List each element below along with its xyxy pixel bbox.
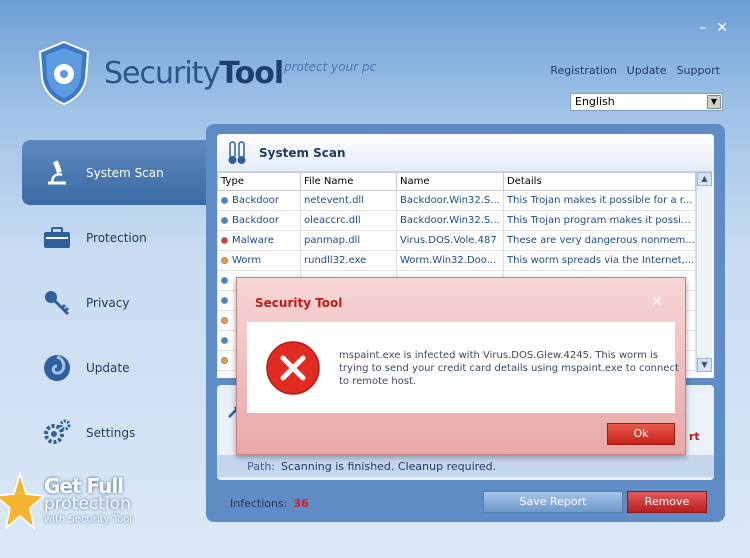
cell-name: Backdoor.Win32.S... [396,190,504,211]
dialog-body: mspaint.exe is infected with Virus.DOS.G… [247,322,679,413]
cell-file: rundll32.exe [300,250,397,271]
cell-name: Backdoor.Win32.S... [396,210,504,231]
table-header-row: Type File Name Name Details [217,172,696,191]
sidebar-item-settings[interactable]: Settings [22,400,212,465]
shield-gear-icon [38,40,90,106]
save-report-button[interactable]: Save Report [483,491,623,513]
sidebar-item-privacy[interactable]: Privacy [22,270,212,335]
table-row[interactable]: Backdoor oleaccrc.dll Backdoor.Win32.S... T… [217,210,696,231]
cell-file: panmap.dll [300,230,397,251]
close-icon[interactable]: ✕ [651,294,663,310]
microscope-icon [42,158,72,188]
sidebar-item-label: System Scan [86,165,164,180]
star-icon [0,472,44,530]
cell-type-label: Malware [232,235,274,246]
cell-type: Backdoor [217,210,301,231]
sidebar-item-update[interactable]: Update [22,335,212,400]
cell-details: This Trojan makes it possible for a r... [503,190,696,211]
close-window-button[interactable]: ✕ [716,20,728,36]
infections-summary: Infections: 36 [230,497,309,510]
error-icon [266,341,320,395]
cell-type-label: Backdoor [232,195,279,206]
threat-level-icon [221,356,228,364]
scroll-down-icon[interactable]: ▼ [697,358,712,372]
path-row: Path: Scanning is finished. Cleanup requ… [217,455,714,477]
info-peek-text: rt [689,430,700,443]
promo-line1: Get Full [44,474,124,498]
threat-level-icon [221,276,228,284]
infections-count: 36 [293,497,309,510]
update-link[interactable]: Update [627,64,667,77]
path-label: Path: [247,459,275,473]
gears-icon [42,418,72,448]
swirl-icon [42,353,72,383]
threat-level-icon [221,256,228,264]
threat-level-icon [221,236,228,244]
table-row[interactable]: Backdoor netevent.dll Backdoor.Win32.S... T… [217,190,696,211]
threat-level-icon [221,216,228,224]
promo-line2: protection [44,494,131,514]
sidebar-item-label: Protection [86,230,147,245]
column-header-file-name[interactable]: File Name [300,172,397,191]
scroll-up-icon[interactable]: ▲ [697,172,712,186]
promo-line3: with Security Tool [44,514,133,525]
cell-type: Backdoor [217,190,301,211]
cell-name: Worm.Win32.Doo... [396,250,504,271]
table-row[interactable]: Malware panmap.dll Virus.DOS.Vole.487 These… [217,230,696,251]
sidebar-item-label: Update [86,360,130,375]
column-header-details[interactable]: Details [503,172,696,191]
top-links: Registration Update Support [550,64,720,77]
remove-button[interactable]: Remove [627,491,707,513]
column-header-name[interactable]: Name [396,172,504,191]
cell-name: Virus.DOS.Vole.487 [396,230,504,251]
cell-type-label: Worm [232,255,262,266]
registration-link[interactable]: Registration [550,64,616,77]
window-controls: – ✕ [699,20,728,36]
dialog-title: Security Tool [255,296,343,310]
sidebar-item-system-scan[interactable]: System Scan [22,140,212,205]
table-row[interactable]: Worm rundll32.exe Worm.Win32.Doo... This wo… [217,250,696,271]
cell-file: netevent.dll [300,190,397,211]
column-header-type[interactable]: Type [217,172,301,191]
chevron-down-icon: ▼ [707,95,721,109]
threat-level-icon [221,196,228,204]
threat-level-icon [221,336,228,344]
dialog-message: mspaint.exe is infected with Virus.DOS.G… [339,350,679,387]
thermometer-icon [228,140,246,164]
ok-button[interactable]: Ok [607,423,675,445]
app-logo: SecurityTool [36,40,284,106]
security-alert-dialog: Security Tool ✕ mspaint.exe is infected … [236,277,686,455]
scan-title: System Scan [259,145,346,160]
cell-details: These are very dangerous nonmem... [503,230,696,251]
briefcase-icon [42,223,72,253]
threat-level-icon [221,296,228,304]
scrollbar[interactable]: ▲ ▼ [696,172,712,372]
sidebar-item-label: Privacy [86,295,130,310]
cell-details: This worm spreads via the Internet,... [503,250,696,271]
tagline: protect your pc [284,60,377,74]
promo-banner[interactable]: Get Full protection with Security Tool [0,468,200,558]
infections-label: Infections: [230,497,288,510]
minimize-button[interactable]: – [699,20,706,36]
cell-file: oleaccrc.dll [300,210,397,231]
app-name: SecurityTool [104,55,284,91]
cell-type-label: Backdoor [232,215,279,226]
sidebar-item-protection[interactable]: Protection [22,205,212,270]
cell-details: This Trojan program makes it possibl... [503,210,696,231]
sidebar: System Scan Protection Privacy Update Se… [22,140,212,465]
scan-header: System Scan [217,134,714,172]
cell-type: Worm [217,250,301,271]
support-link[interactable]: Support [677,64,720,77]
path-value: Scanning is finished. Cleanup required. [281,459,497,473]
sidebar-item-label: Settings [86,425,136,440]
cell-type: Malware [217,230,301,251]
language-select[interactable]: English ▼ [570,93,723,111]
threat-level-icon [221,316,228,324]
key-icon [42,288,72,318]
